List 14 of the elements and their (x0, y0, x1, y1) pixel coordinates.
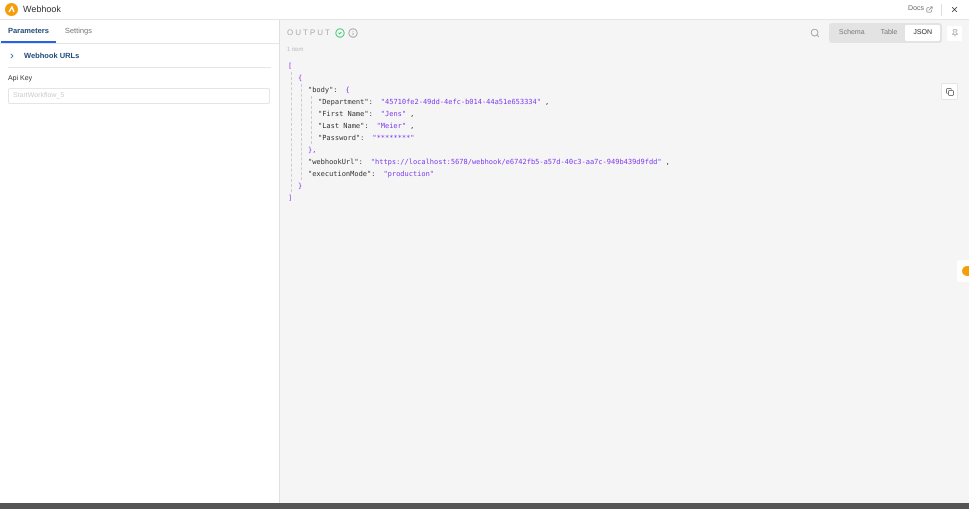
external-link-icon (926, 6, 933, 13)
close-icon[interactable] (950, 5, 959, 14)
success-icon (334, 28, 345, 38)
copy-button[interactable] (941, 83, 958, 100)
app-logo-icon (5, 3, 18, 16)
search-icon[interactable] (810, 28, 820, 38)
chevron-icon (8, 52, 16, 60)
side-handle[interactable] (957, 260, 969, 282)
copy-icon (946, 88, 954, 96)
output-title: OUTPUT (287, 27, 332, 39)
info-icon (348, 28, 358, 38)
window-title: Webhook (23, 2, 61, 16)
pin-icon (950, 29, 958, 37)
pin-button[interactable] (947, 26, 962, 40)
